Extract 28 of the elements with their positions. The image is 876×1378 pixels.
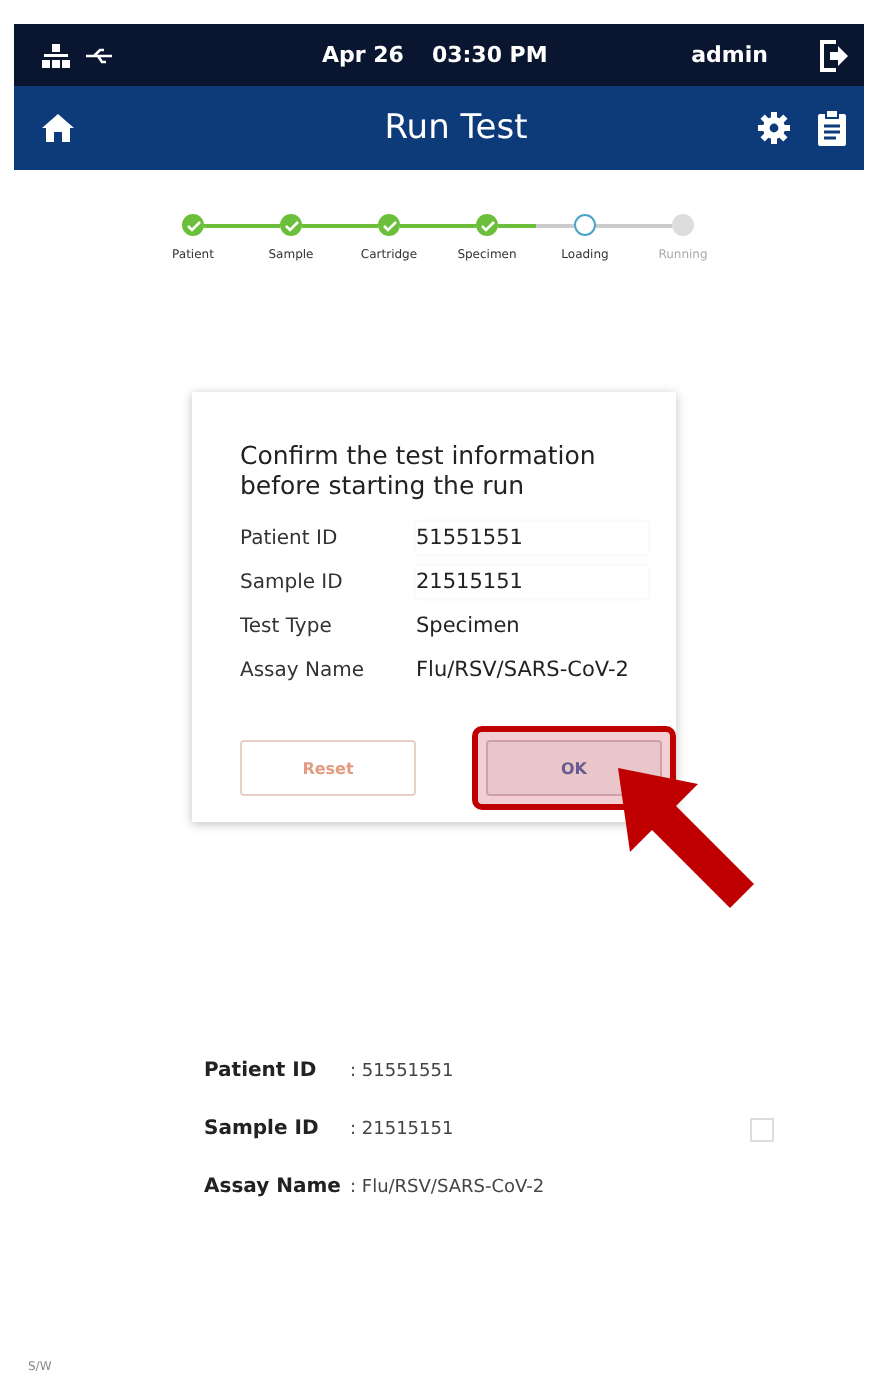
logout-icon[interactable] <box>820 39 848 71</box>
status-time: 03:30 PM <box>431 42 548 68</box>
summary-label: Sample ID <box>204 1118 321 1140</box>
field-value: Flu/RSV/SARS-CoV-2 <box>416 658 629 682</box>
summary-value: : 51551551 <box>350 1061 454 1081</box>
reset-button[interactable]: Reset <box>240 740 416 796</box>
usb-icon <box>86 45 114 65</box>
home-icon[interactable] <box>42 114 74 142</box>
page-title: Run Test <box>382 108 530 148</box>
value-field: 51551551 <box>416 522 648 554</box>
summary-label: Patient ID <box>204 1060 319 1082</box>
field-value: Specimen <box>416 614 520 638</box>
summary-value: : Flu/RSV/SARS-CoV-2 <box>350 1177 545 1197</box>
checkbox[interactable] <box>749 1117 774 1141</box>
network-icon <box>42 43 70 67</box>
summary-value: : 21515151 <box>350 1119 454 1139</box>
field-label: Patient ID <box>240 527 340 549</box>
status-date: Apr 26 <box>322 42 404 68</box>
settings-icon[interactable] <box>758 112 790 144</box>
user-name: admin <box>691 42 768 68</box>
field-label: Test Type <box>240 615 334 637</box>
summary-label: Assay Name <box>204 1176 343 1198</box>
ok-button[interactable]: OK <box>486 740 662 796</box>
field-label: Assay Name <box>240 659 366 681</box>
dialog-title: Confirm the test information before starting the run <box>240 440 598 500</box>
value-field: 21515151 <box>416 566 648 598</box>
clipboard-icon[interactable] <box>818 110 846 146</box>
field-label: Sample ID <box>240 571 345 593</box>
